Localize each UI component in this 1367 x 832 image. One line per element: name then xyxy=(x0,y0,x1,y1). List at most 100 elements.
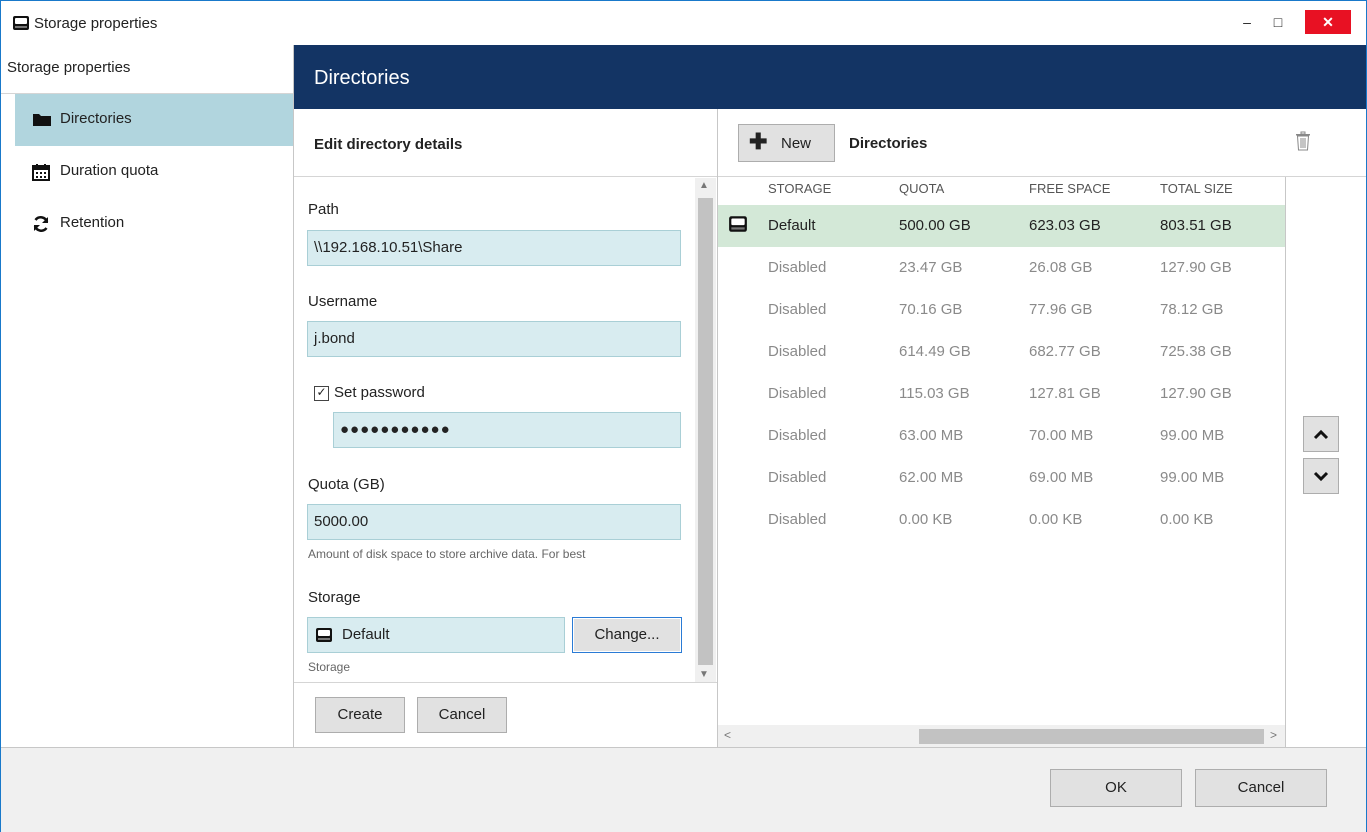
cell-storage: Disabled xyxy=(768,343,827,360)
scrollbar-thumb[interactable] xyxy=(919,729,1264,744)
cell-free-space: 26.08 GB xyxy=(1029,259,1093,276)
storage-hint: Storage xyxy=(308,660,351,674)
page-header: Directories xyxy=(294,45,1366,109)
cell-total-size: 99.00 MB xyxy=(1160,469,1225,486)
hard-drive-icon xyxy=(12,15,30,35)
username-label: Username xyxy=(308,293,378,310)
cell-quota: 500.00 GB xyxy=(899,217,971,234)
cancel-button[interactable]: Cancel xyxy=(1195,769,1327,807)
column-header-free-space[interactable]: FREE SPACE xyxy=(1029,181,1110,196)
cell-free-space: 127.81 GB xyxy=(1029,385,1101,402)
cell-quota: 70.16 GB xyxy=(899,301,963,318)
move-up-button[interactable] xyxy=(1303,416,1339,452)
cell-free-space: 77.96 GB xyxy=(1029,301,1093,318)
cell-free-space: 623.03 GB xyxy=(1029,217,1101,234)
new-button-label: New xyxy=(781,135,812,152)
minimize-button[interactable]: – xyxy=(1234,10,1260,34)
cell-free-space: 70.00 MB xyxy=(1029,427,1094,444)
table-row[interactable]: Disabled 63.00 MB 70.00 MB 99.00 MB xyxy=(718,415,1285,457)
path-label: Path xyxy=(308,201,339,218)
sidebar: Storage properties Directories Duration … xyxy=(1,45,294,747)
directories-panel: ✚ New Directories STORAGE QUOTA FREE SPA… xyxy=(718,109,1366,747)
calendar-icon xyxy=(32,163,50,185)
scrollbar-thumb[interactable] xyxy=(698,198,713,665)
table-row[interactable]: Disabled 62.00 MB 69.00 MB 99.00 MB xyxy=(718,457,1285,499)
sidebar-item-label: Retention xyxy=(60,214,125,231)
cancel-edit-button[interactable]: Cancel xyxy=(417,697,507,733)
cell-free-space: 69.00 MB xyxy=(1029,469,1094,486)
storage-field[interactable]: Default xyxy=(307,617,565,653)
scroll-left-icon[interactable]: < xyxy=(724,728,731,742)
table-row[interactable]: Disabled 115.03 GB 127.81 GB 127.90 GB xyxy=(718,373,1285,415)
cell-quota: 62.00 MB xyxy=(899,469,964,486)
cell-storage: Disabled xyxy=(768,511,827,528)
table-row[interactable]: Disabled 0.00 KB 0.00 KB 0.00 KB xyxy=(718,499,1285,541)
username-field[interactable]: j.bond xyxy=(307,321,681,357)
cell-free-space: 0.00 KB xyxy=(1029,511,1083,528)
cell-total-size: 99.00 MB xyxy=(1160,427,1225,444)
vertical-scrollbar[interactable]: ▲ ▼ xyxy=(695,178,716,682)
divider xyxy=(294,176,717,177)
refresh-icon xyxy=(32,215,50,237)
scroll-down-icon[interactable]: ▼ xyxy=(699,669,709,680)
cell-quota: 63.00 MB xyxy=(899,427,964,444)
set-password-checkbox[interactable]: ✓ xyxy=(314,386,329,401)
path-field[interactable]: \\192.168.10.51\Share xyxy=(307,230,681,266)
quota-field[interactable]: 5000.00 xyxy=(307,504,681,540)
chevron-down-icon xyxy=(1313,471,1329,482)
close-button[interactable]: ✕ xyxy=(1305,10,1351,34)
table-row[interactable]: Disabled 23.47 GB 26.08 GB 127.90 GB xyxy=(718,247,1285,289)
folder-icon xyxy=(32,111,52,131)
trash-icon[interactable] xyxy=(1295,131,1311,155)
cell-quota: 614.49 GB xyxy=(899,343,971,360)
dialog-footer: OK Cancel xyxy=(1,747,1366,832)
plus-icon: ✚ xyxy=(749,129,768,154)
cell-storage: Disabled xyxy=(768,427,827,444)
move-down-button[interactable] xyxy=(1303,458,1339,494)
quota-hint: Amount of disk space to store archive da… xyxy=(308,547,586,561)
sidebar-item-label: Directories xyxy=(60,110,132,127)
cell-total-size: 803.51 GB xyxy=(1160,217,1232,234)
table-row[interactable]: Disabled 70.16 GB 77.96 GB 78.12 GB xyxy=(718,289,1285,331)
chevron-up-icon xyxy=(1313,429,1329,440)
cell-storage: Default xyxy=(768,217,816,234)
ok-button[interactable]: OK xyxy=(1050,769,1182,807)
scroll-up-icon[interactable]: ▲ xyxy=(699,180,709,191)
set-password-label: Set password xyxy=(334,384,425,401)
storage-value: Default xyxy=(342,626,390,643)
hard-drive-icon xyxy=(315,627,333,647)
cell-storage: Disabled xyxy=(768,469,827,486)
scroll-right-icon[interactable]: > xyxy=(1270,728,1277,742)
password-field[interactable]: ●●●●●●●●●●● xyxy=(333,412,681,448)
window-title: Storage properties xyxy=(34,15,158,32)
table-row[interactable]: Disabled 614.49 GB 682.77 GB 725.38 GB xyxy=(718,331,1285,373)
cell-total-size: 0.00 KB xyxy=(1160,511,1214,528)
title-bar[interactable]: Storage properties – □ ✕ xyxy=(1,1,1366,45)
cell-free-space: 682.77 GB xyxy=(1029,343,1101,360)
cell-total-size: 725.38 GB xyxy=(1160,343,1232,360)
create-button[interactable]: Create xyxy=(315,697,405,733)
cell-total-size: 127.90 GB xyxy=(1160,385,1232,402)
table-row[interactable]: Default 500.00 GB 623.03 GB 803.51 GB xyxy=(718,205,1285,247)
sidebar-item-label: Duration quota xyxy=(60,162,159,179)
new-directory-button[interactable]: ✚ New xyxy=(738,124,835,162)
edit-directory-panel: Edit directory details Path \\192.168.10… xyxy=(294,109,718,747)
column-header-total-size[interactable]: TOTAL SIZE xyxy=(1160,181,1233,196)
cell-quota: 115.03 GB xyxy=(899,385,970,402)
cell-storage: Disabled xyxy=(768,301,827,318)
storage-properties-window: Storage properties – □ ✕ Storage propert… xyxy=(0,0,1367,832)
horizontal-scrollbar[interactable]: < > xyxy=(718,725,1285,747)
cell-total-size: 127.90 GB xyxy=(1160,259,1232,276)
change-storage-button[interactable]: Change... xyxy=(572,617,682,653)
sidebar-item-duration-quota[interactable]: Duration quota xyxy=(15,146,293,198)
sidebar-title: Storage properties xyxy=(7,59,131,76)
sidebar-item-retention[interactable]: Retention xyxy=(15,198,293,250)
maximize-button[interactable]: □ xyxy=(1264,10,1292,34)
page-title: Directories xyxy=(314,67,410,89)
directories-table: STORAGE QUOTA FREE SPACE TOTAL SIZE Defa… xyxy=(718,177,1286,747)
sidebar-item-directories[interactable]: Directories xyxy=(15,94,293,146)
column-header-quota[interactable]: QUOTA xyxy=(899,181,944,196)
cell-storage: Disabled xyxy=(768,259,827,276)
divider xyxy=(294,682,717,683)
column-header-storage[interactable]: STORAGE xyxy=(768,181,831,196)
